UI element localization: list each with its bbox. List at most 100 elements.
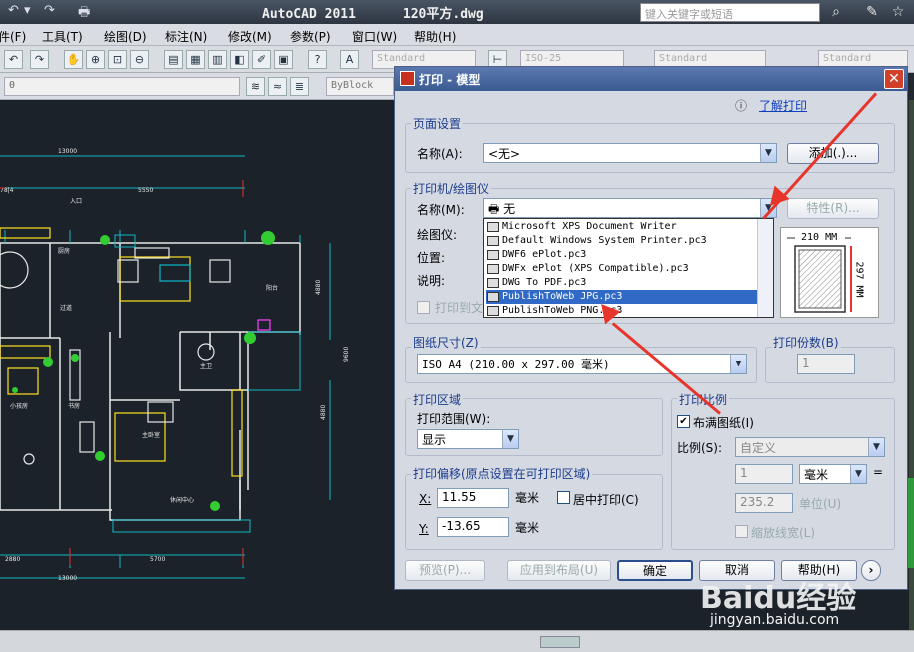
redo-icon[interactable]: ↷ [30, 50, 49, 69]
search-input[interactable]: 键入关键字或短语 [640, 3, 820, 22]
plot-area-label: 打印区域 [411, 391, 464, 408]
dropdown-scrollbar[interactable] [757, 219, 773, 317]
color-select[interactable]: ByBlock [326, 77, 394, 96]
chevron-down-icon[interactable]: ▼ [760, 144, 776, 162]
expand-arrow-icon[interactable]: › [861, 560, 881, 581]
printer-icon [487, 222, 499, 232]
help-icon[interactable]: ? [308, 50, 327, 69]
plotter-icon [487, 306, 499, 316]
chevron-down-icon[interactable]: ▼ [502, 430, 518, 448]
layer-select[interactable]: 0 [4, 77, 240, 96]
x-offset-input[interactable]: 11.55 [437, 488, 509, 508]
scale-select[interactable]: 自定义 ▼ [735, 437, 885, 457]
scrollbar-thumb[interactable] [540, 636, 580, 648]
scale-lineweights-checkbox[interactable] [735, 525, 748, 538]
y-offset-input[interactable]: -13.65 [437, 517, 509, 537]
apply-to-layout-button[interactable]: 应用到布局(U) [507, 560, 611, 581]
markup-icon[interactable]: ✐ [252, 50, 271, 69]
plot-range-select[interactable]: 显示 ▼ [417, 429, 519, 449]
learn-printing-link[interactable]: 了解打印 [759, 97, 807, 114]
sheet-set-icon[interactable]: ◧ [230, 50, 249, 69]
center-plot-checkbox[interactable] [557, 491, 570, 504]
menu-modify[interactable]: 修改(M) [228, 28, 272, 45]
menu-help[interactable]: 帮助(H) [414, 28, 456, 45]
paper-size-select[interactable]: ISO A4 (210.00 x 297.00 毫米) ▼ [417, 354, 747, 374]
page-setup-name-label: 名称(A): [417, 147, 463, 161]
plotter-icon [487, 250, 499, 260]
y-offset-label: Y: [419, 522, 429, 536]
plot-to-file-checkbox[interactable] [417, 301, 430, 314]
design-center-icon[interactable]: ▦ [186, 50, 205, 69]
list-item[interactable]: DWG To PDF.pc3 [486, 276, 758, 290]
zoom-window-icon[interactable]: ⊡ [108, 50, 127, 69]
copies-label: 打印份数(B) [771, 334, 841, 351]
layer-states-icon[interactable]: ≣ [290, 77, 309, 96]
text-style-icon[interactable]: A [340, 50, 359, 69]
print-icon[interactable]: 🖶 [78, 3, 90, 25]
menu-parameters[interactable]: 参数(P) [290, 28, 331, 45]
layer-previous-icon[interactable]: ≈ [268, 77, 287, 96]
list-item[interactable]: DWF6 ePlot.pc3 [486, 248, 758, 262]
chevron-down-icon[interactable]: ▼ [730, 355, 746, 373]
app-title: AutoCAD 2011 120平方.dwg [262, 7, 484, 22]
menu-draw[interactable]: 绘图(D) [104, 28, 147, 45]
side-panel-tab[interactable] [908, 478, 914, 568]
page-setup-select[interactable]: <无> ▼ [483, 143, 777, 163]
fit-to-paper-label: 布满图纸(I) [693, 416, 754, 430]
calculator-icon[interactable]: ▣ [274, 50, 293, 69]
plot-range-label: 打印范围(W): [417, 412, 491, 426]
app-titlebar: ↶ ▾ ↷ 🖶 AutoCAD 2011 120平方.dwg 键入关键字或短语 … [0, 0, 914, 24]
properties-icon[interactable]: ▤ [164, 50, 183, 69]
scale-unit-select[interactable]: 毫米 ▼ [799, 464, 867, 484]
plot-offset-group [405, 474, 663, 550]
location-label: 位置: [417, 251, 446, 265]
scale-lineweights-label: 缩放线宽(L) [751, 526, 816, 540]
svg-text:9600: 9600 [343, 347, 350, 362]
paper-preview: 210 MM 297 MM [780, 227, 879, 318]
layer-current-icon[interactable]: ≋ [246, 77, 265, 96]
printer-icon: 🖶 [488, 202, 504, 216]
scale-value-input[interactable]: 1 [735, 464, 793, 484]
binoculars-icon[interactable]: ⌕ [826, 2, 846, 22]
units-value-input[interactable]: 235.2 [735, 493, 793, 513]
svg-text:4880: 4880 [320, 405, 327, 420]
redo-icon[interactable]: ↷ [44, 3, 55, 18]
menu-window[interactable]: 窗口(W) [352, 28, 397, 45]
add-button[interactable]: 添加(.)... [787, 143, 879, 164]
ok-button[interactable]: 确定 [617, 560, 693, 581]
chevron-down-icon[interactable]: ▼ [868, 438, 884, 456]
menu-file[interactable]: 文件(F) [0, 28, 26, 45]
svg-text:5700: 5700 [150, 556, 165, 563]
svg-text:厨房: 厨房 [58, 247, 70, 255]
list-item[interactable]: Microsoft XPS Document Writer [486, 220, 758, 234]
zoom-realtime-icon[interactable]: ⊕ [86, 50, 105, 69]
star-icon[interactable]: ☆ [888, 2, 908, 22]
list-item-selected[interactable]: PublishToWeb JPG.pc3 [486, 290, 758, 304]
list-item[interactable]: Default Windows System Printer.pc3 [486, 234, 758, 248]
menu-dimension[interactable]: 标注(N) [165, 28, 207, 45]
key-icon[interactable]: ✎ [862, 2, 882, 22]
dropdown-icon[interactable]: ▾ [24, 3, 31, 18]
printer-dropdown-list[interactable]: Microsoft XPS Document Writer Default Wi… [483, 218, 774, 318]
undo-icon[interactable]: ↶ [8, 3, 19, 18]
drawing-canvas[interactable]: 13000 5550 78|4 入口 厨房 过道 阳台 主卫 小孩房 书房 主卧室 休闲中心 2… [0, 100, 394, 630]
zoom-previous-icon[interactable]: ⊖ [130, 50, 149, 69]
horizontal-scrollbar[interactable] [0, 630, 914, 652]
list-item[interactable]: PublishToWeb PNG.pc3 [486, 304, 758, 318]
list-item[interactable]: DWFx ePlot (XPS Compatible).pc3 [486, 262, 758, 276]
properties-button[interactable]: 特性(R)... [787, 198, 879, 219]
copies-input[interactable]: 1 [797, 354, 855, 374]
fit-to-paper-checkbox[interactable]: ✔ [677, 415, 690, 428]
preview-button[interactable]: 预览(P)... [405, 560, 485, 581]
menu-bar: 文件(F) 工具(T) 绘图(D) 标注(N) 修改(M) 参数(P) 窗口(W… [0, 24, 914, 46]
undo-icon[interactable]: ↶ [4, 50, 23, 69]
pan-icon[interactable]: ✋ [64, 50, 83, 69]
menu-tools[interactable]: 工具(T) [42, 28, 83, 45]
printer-select[interactable]: 🖶 无 ▼ [483, 198, 777, 218]
chevron-down-icon[interactable]: ▼ [850, 465, 866, 483]
svg-text:主卧室: 主卧室 [142, 431, 160, 439]
close-button[interactable]: ✕ [884, 69, 904, 89]
plotter-icon [487, 278, 499, 288]
tool-palettes-icon[interactable]: ▥ [208, 50, 227, 69]
svg-text:13000: 13000 [58, 575, 77, 582]
